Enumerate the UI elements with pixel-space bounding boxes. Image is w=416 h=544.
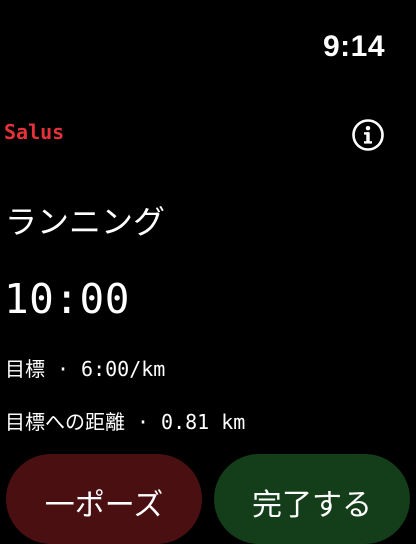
target-pace-row: 目標 · 6:00/km [5, 353, 165, 382]
pause-button[interactable]: 一ポーズ [6, 454, 202, 544]
status-time: 9:14 [322, 30, 385, 63]
target-pace-label: 目標 [5, 357, 45, 381]
info-button[interactable] [351, 118, 385, 152]
distance-to-target-value: 0.81 km [161, 410, 246, 434]
elapsed-timer: 10:00 [4, 275, 130, 323]
target-pace-value: 6:00/km [81, 357, 166, 381]
distance-to-target-separator: · [137, 410, 150, 434]
target-pace-separator: · [57, 357, 70, 381]
info-circle-icon [352, 119, 384, 151]
distance-to-target-label: 目標への距離 [5, 410, 125, 434]
activity-title: ランニング [5, 203, 166, 241]
finish-button[interactable]: 完了する [214, 454, 410, 544]
app-name: Salus [4, 120, 65, 144]
finish-button-label: 完了する [252, 488, 372, 523]
distance-to-target-row: 目標への距離 · 0.81 km [5, 406, 245, 435]
pause-button-label: 一ポーズ [44, 488, 164, 523]
